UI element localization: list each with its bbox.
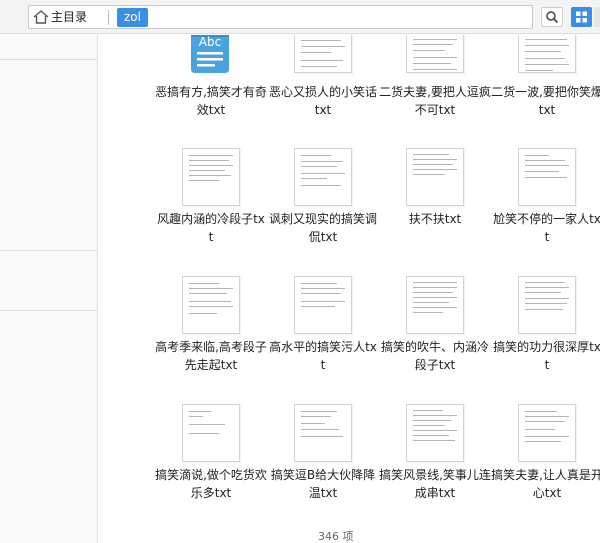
list-view-button[interactable] <box>594 7 600 27</box>
text-file-thumbnail <box>294 35 352 73</box>
text-file-thumbnail <box>294 404 352 462</box>
text-file-thumbnail <box>182 148 240 206</box>
file-name: 高水平的搞笑污人txt <box>269 340 377 372</box>
file-name: 二货夫妻,要把人逗疯不可txt <box>379 85 491 117</box>
file-name: 高考季来临,高考段子先走起txt <box>155 340 267 372</box>
file-name: 恶搞有方,搞笑才有奇效txt <box>155 85 267 117</box>
text-file-thumbnail <box>294 276 352 334</box>
file-name: 搞笑的吹牛、内涵冷段子txt <box>380 340 489 372</box>
file-name: 搞笑风景线,笑事儿连成串txt <box>379 468 491 500</box>
grid-view-button[interactable] <box>571 7 592 27</box>
text-file-thumbnail <box>406 404 464 462</box>
text-file-thumbnail <box>518 35 576 73</box>
text-file-thumbnail <box>406 148 464 206</box>
search-button[interactable] <box>541 7 563 27</box>
text-file-thumbnail <box>518 404 576 462</box>
sidebar-divider <box>0 59 98 60</box>
file-name: 搞笑夫妻,让人真是开心txt <box>491 468 600 500</box>
file-grid: Abc 恶搞有方,搞笑才有奇效txt 恶心又损人的小笑话txt 二货夫妻,要把人… <box>99 35 600 543</box>
text-file-thumbnail <box>518 148 576 206</box>
sidebar-divider <box>0 310 98 311</box>
file-name: 二货一波,要把你笑爆txt <box>491 85 600 117</box>
search-icon <box>546 11 559 24</box>
text-file-thumbnail <box>406 35 464 73</box>
text-file-abc-icon: Abc <box>186 35 234 75</box>
breadcrumb-current[interactable]: zol <box>117 8 148 27</box>
text-file-thumbnail <box>518 276 576 334</box>
sidebar <box>0 35 98 543</box>
text-file-thumbnail <box>182 404 240 462</box>
text-file-thumbnail <box>294 148 352 206</box>
svg-text:Abc: Abc <box>199 35 221 49</box>
text-file-thumbnail <box>406 276 464 334</box>
file-name: 搞笑逗B给大伙降降温txt <box>270 468 376 500</box>
sidebar-divider <box>0 250 98 251</box>
location-bar[interactable]: 主目录 zol <box>28 5 533 29</box>
breadcrumb-separator <box>108 10 109 25</box>
file-name: 风趣内涵的冷段子txt <box>157 212 265 244</box>
file-name: 尬笑不停的一家人txt <box>493 212 600 244</box>
file-name: 扶不扶txt <box>408 212 462 226</box>
file-name: 搞笑滴说,做个吃货欢乐多txt <box>155 468 267 500</box>
text-file-thumbnail <box>182 276 240 334</box>
file-name: 恶心又损人的小笑话txt <box>268 85 377 117</box>
file-name: 讽刺又现实的搞笑调侃txt <box>268 212 377 244</box>
breadcrumb-home[interactable]: 主目录 <box>51 9 87 26</box>
file-name: 搞笑的功力很深厚txt <box>493 340 600 372</box>
toolbar: 主目录 zol <box>0 0 600 34</box>
home-icon[interactable] <box>31 8 51 26</box>
item-count: 346 项 <box>318 530 354 543</box>
grid-view-icon <box>576 11 587 23</box>
